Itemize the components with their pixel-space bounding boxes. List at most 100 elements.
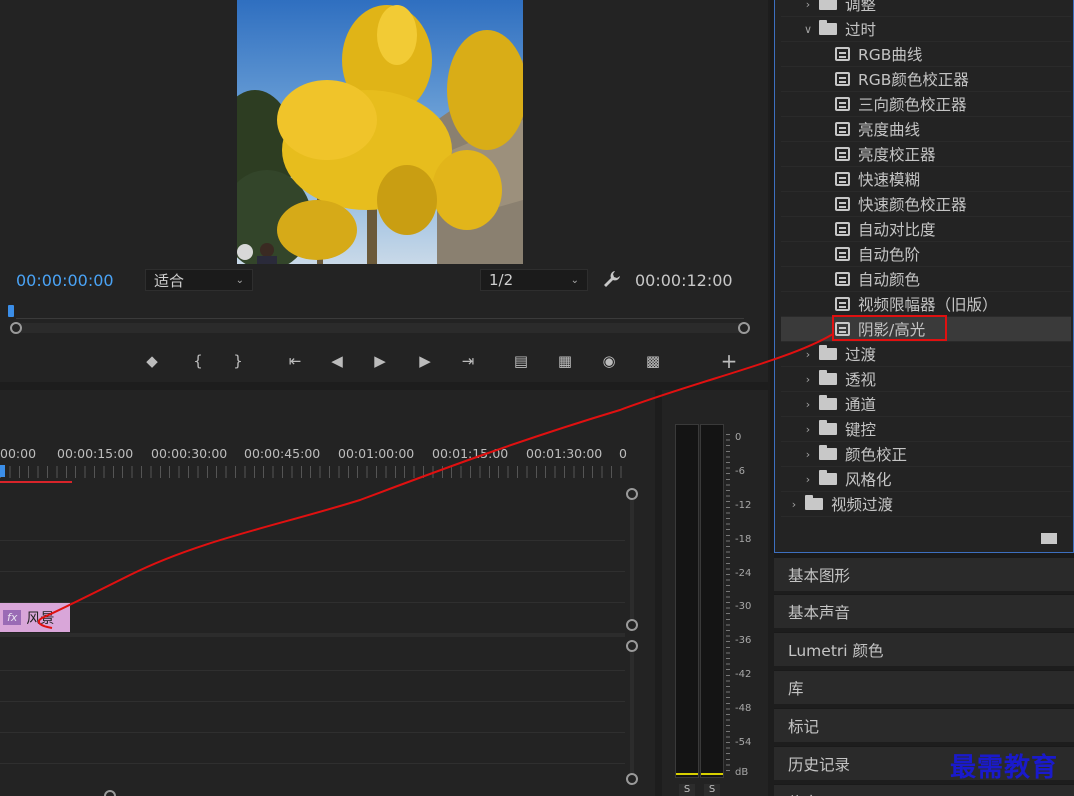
current-timecode[interactable]: 00:00:00:00 <box>16 271 114 290</box>
lift-icon[interactable]: ▤ <box>508 349 534 373</box>
panel-gutter <box>770 0 774 553</box>
effect-item-row[interactable]: 三向颜色校正器 <box>781 92 1071 117</box>
panel-markers[interactable]: 标记 <box>774 708 1074 742</box>
db-label: dB <box>735 767 749 778</box>
track-divider <box>0 571 625 572</box>
ruler-label: 00:00 <box>0 446 37 461</box>
effect-preset-icon <box>835 297 850 311</box>
panel-libraries[interactable]: 库 <box>774 670 1074 704</box>
tree-row-label: RGB颜色校正器 <box>858 71 969 89</box>
fit-dropdown[interactable]: 适合 ⌄ <box>145 269 253 291</box>
extract-icon[interactable]: ▦ <box>552 349 578 373</box>
comparison-view-icon[interactable]: ▩ <box>640 349 666 373</box>
resolution-dropdown[interactable]: 1/2 ⌄ <box>480 269 588 291</box>
effect-item-row[interactable]: 亮度校正器 <box>781 142 1071 167</box>
panel-lumetri-color[interactable]: Lumetri 颜色 <box>774 632 1074 666</box>
effect-item-row[interactable]: 快速颜色校正器 <box>781 192 1071 217</box>
tree-row-label: 快速颜色校正器 <box>858 196 967 214</box>
horizontal-scroll-handle[interactable] <box>104 790 116 796</box>
chevron-right-icon[interactable]: › <box>801 373 815 386</box>
tree-row-label: 过渡 <box>845 346 877 364</box>
effect-item-row[interactable]: 阴影/高光 <box>781 317 1071 342</box>
panel-info[interactable]: 信息 <box>774 784 1074 796</box>
scroll-handle[interactable] <box>626 640 638 652</box>
chevron-right-icon[interactable]: › <box>801 398 815 411</box>
zoom-handle-left[interactable] <box>10 322 22 334</box>
effect-item-row[interactable]: RGB曲线 <box>781 42 1071 67</box>
timeline-playhead[interactable] <box>0 465 5 477</box>
effect-item-row[interactable]: 视频限幅器（旧版） <box>781 292 1071 317</box>
new-bin-folder-icon[interactable] <box>1041 533 1057 544</box>
program-monitor: 00:00:00:00 适合 ⌄ 1/2 ⌄ 00:00:12:00 ◆ { }… <box>0 0 768 382</box>
ruler-label: 00:00:15:00 <box>57 446 134 461</box>
chevron-down-icon: ⌄ <box>570 274 579 286</box>
tree-row-label: 过时 <box>845 21 877 39</box>
tree-row-label: 阴影/高光 <box>858 321 926 339</box>
effect-item-row[interactable]: 自动颜色 <box>781 267 1071 292</box>
effects-folder-row[interactable]: › 过渡 <box>781 342 1071 367</box>
effects-folder-row[interactable]: › 通道 <box>781 392 1071 417</box>
effects-folder-row[interactable]: › 透视 <box>781 367 1071 392</box>
tree-row-label: 自动色阶 <box>858 246 921 264</box>
monitor-playhead[interactable] <box>8 305 14 317</box>
chevron-right-icon[interactable]: › <box>801 423 815 436</box>
go-to-in-icon[interactable]: ⇤ <box>282 349 308 373</box>
effect-item-row[interactable]: 快速模糊 <box>781 167 1071 192</box>
effects-folder-row[interactable]: › 键控 <box>781 417 1071 442</box>
mark-out-icon[interactable]: } <box>225 349 251 373</box>
tree-row-label: 三向颜色校正器 <box>858 96 967 114</box>
db-label: -18 <box>735 534 752 545</box>
chevron-right-icon[interactable]: › <box>801 0 815 11</box>
chevron-right-icon[interactable]: › <box>801 448 815 461</box>
tree-row-label: 通道 <box>845 396 877 414</box>
solo-button[interactable]: S <box>679 784 695 796</box>
solo-button[interactable]: S <box>704 784 720 796</box>
resolution-dropdown-value: 1/2 <box>489 271 514 289</box>
zoom-handle-right[interactable] <box>738 322 750 334</box>
effects-folder-row[interactable]: › 风格化 <box>781 467 1071 492</box>
effects-folder-row[interactable]: › 视频过渡 <box>781 492 1071 517</box>
effect-item-row[interactable]: 自动色阶 <box>781 242 1071 267</box>
step-back-icon[interactable]: ◀ <box>324 349 350 373</box>
play-icon[interactable]: ▶ <box>367 349 393 373</box>
scroll-handle[interactable] <box>626 488 638 500</box>
scroll-handle[interactable] <box>626 773 638 785</box>
chevron-down-icon[interactable]: ∨ <box>801 23 815 36</box>
folder-icon <box>819 420 837 435</box>
chevron-right-icon[interactable]: › <box>801 473 815 486</box>
tree-row-label: 自动对比度 <box>858 221 936 239</box>
meter-scale-ticks <box>726 434 730 774</box>
wrench-icon[interactable] <box>602 269 622 289</box>
effect-preset-icon <box>835 247 850 261</box>
effect-item-row[interactable]: RGB颜色校正器 <box>781 67 1071 92</box>
effect-preset-icon <box>835 197 850 211</box>
track-divider <box>0 540 625 541</box>
monitor-zoom-bar[interactable] <box>16 323 744 333</box>
audio-track-scrollbar[interactable] <box>630 646 634 780</box>
mark-in-icon[interactable]: { <box>185 349 211 373</box>
camera-icon[interactable]: ◉ <box>596 349 622 373</box>
scroll-handle[interactable] <box>626 619 638 631</box>
monitor-ruler[interactable] <box>16 318 744 319</box>
folder-icon <box>819 470 837 485</box>
db-label: -54 <box>735 737 752 748</box>
chevron-right-icon[interactable]: › <box>801 348 815 361</box>
effects-folder-row[interactable]: ∨ 过时 <box>781 17 1071 42</box>
timeline-ruler-ticks[interactable] <box>0 466 625 478</box>
step-forward-icon[interactable]: ▶ <box>412 349 438 373</box>
add-button-icon[interactable]: + <box>716 349 742 373</box>
ruler-label: 00:01:00:00 <box>338 446 415 461</box>
video-track-scrollbar[interactable] <box>630 494 634 626</box>
panel-essential-graphics[interactable]: 基本图形 <box>774 557 1074 591</box>
panel-essential-sound[interactable]: 基本声音 <box>774 594 1074 628</box>
meter-level-right <box>701 773 723 775</box>
effect-item-row[interactable]: 亮度曲线 <box>781 117 1071 142</box>
effects-folder-row[interactable]: › 调整 <box>781 0 1071 17</box>
chevron-right-icon[interactable]: › <box>787 498 801 511</box>
effect-item-row[interactable]: 自动对比度 <box>781 217 1071 242</box>
effects-folder-row[interactable]: › 颜色校正 <box>781 442 1071 467</box>
folder-icon <box>819 370 837 385</box>
video-clip[interactable]: fx 风景 <box>0 603 70 632</box>
marker-icon[interactable]: ◆ <box>139 349 165 373</box>
go-to-out-icon[interactable]: ⇥ <box>455 349 481 373</box>
